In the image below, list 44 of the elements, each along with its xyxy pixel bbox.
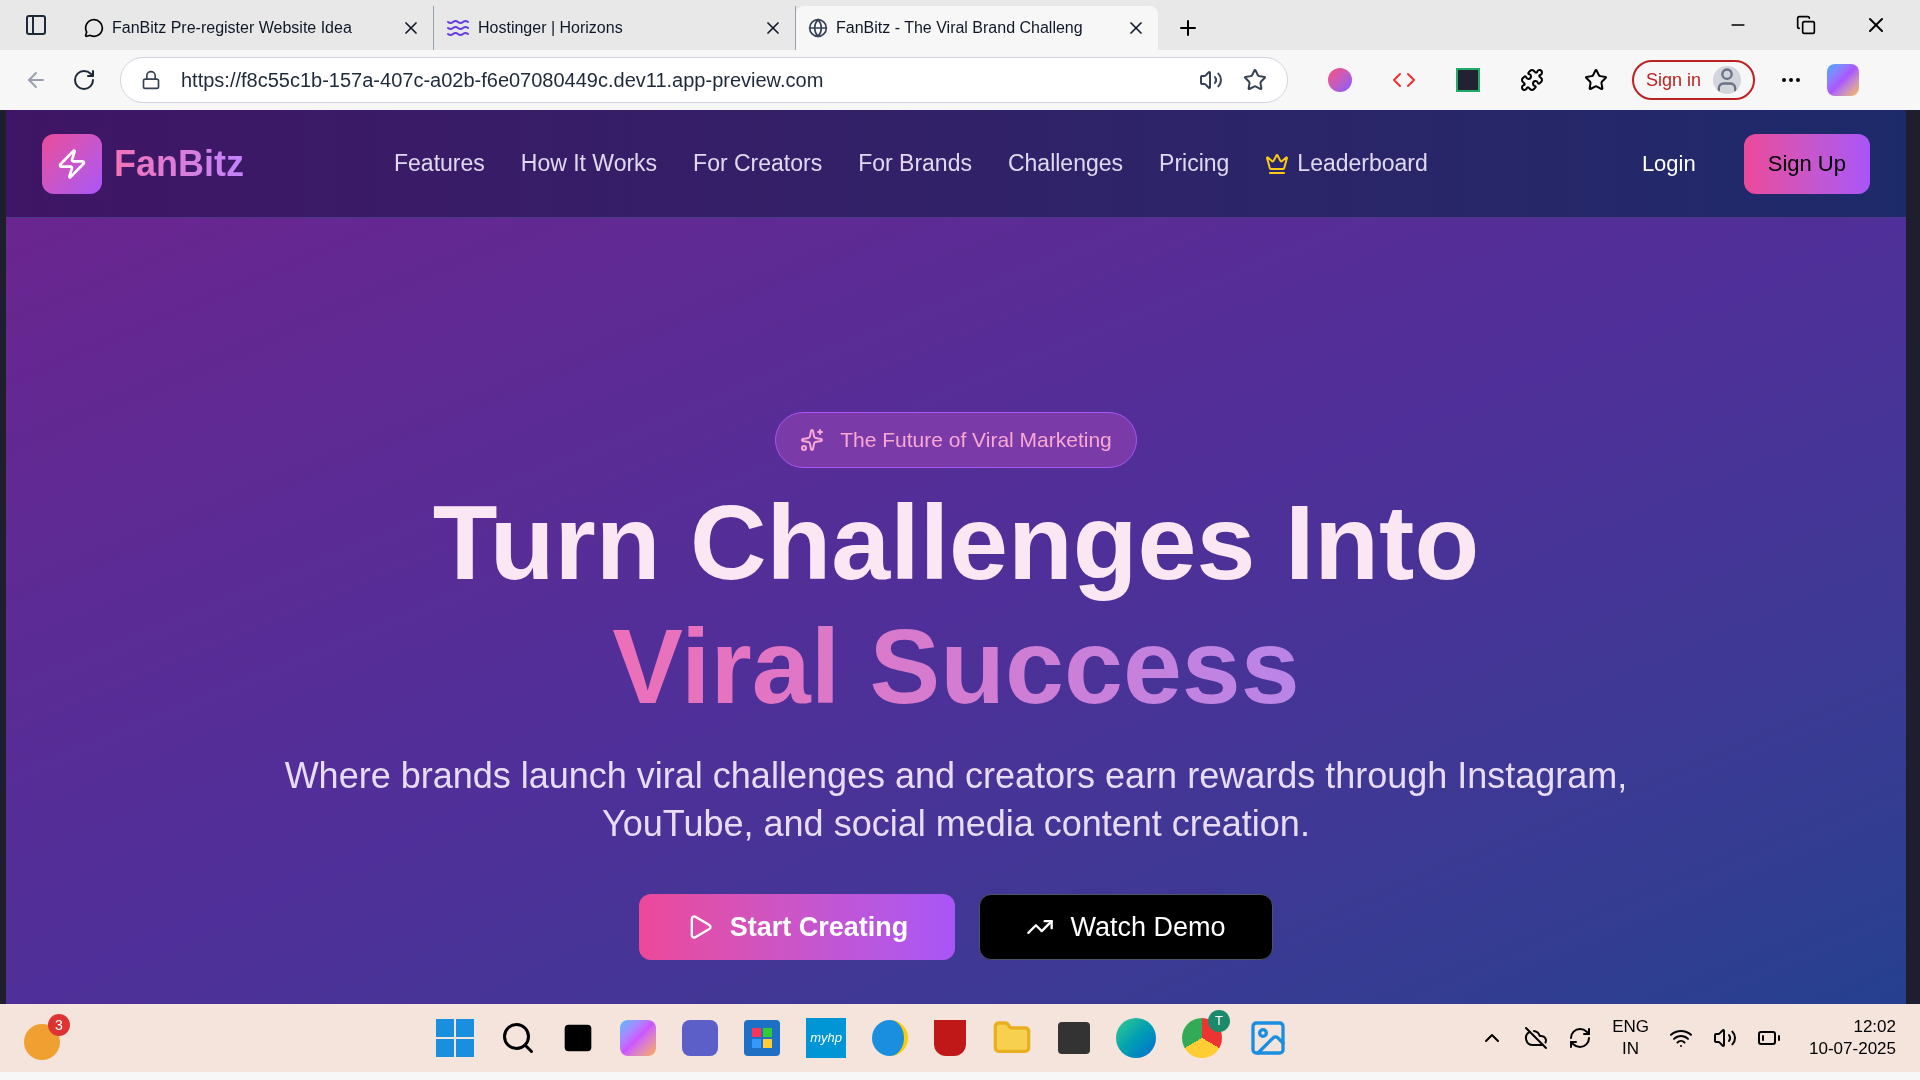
nav-link[interactable]: Leaderboard xyxy=(1265,146,1428,181)
globe-icon xyxy=(808,18,828,38)
url-text: https://f8c55c1b-157a-407c-a02b-f6e07080449c.dev11.app-preview.com xyxy=(181,68,825,93)
notification-badge: 3 xyxy=(48,1014,70,1036)
sparkles-icon xyxy=(800,428,825,452)
sidebar-toggle-icon[interactable] xyxy=(24,13,48,37)
region-text[interactable]: IN xyxy=(1622,1038,1640,1060)
logo-icon[interactable] xyxy=(42,133,102,194)
login-link[interactable]: Login xyxy=(1641,147,1696,180)
clock-date[interactable]: 10-07-2025 xyxy=(1809,1038,1896,1060)
tagline-text: The Future of Viral Marketing xyxy=(840,427,1112,454)
language-text[interactable]: ENG xyxy=(1612,1016,1650,1038)
sync-icon[interactable] xyxy=(1568,1026,1593,1050)
sign-in-button[interactable]: Sign in xyxy=(1632,60,1756,100)
chat-icon xyxy=(84,18,104,38)
start-creating-button[interactable]: Start Creating xyxy=(639,894,955,960)
profile-badge: T xyxy=(1208,1010,1231,1032)
address-bar[interactable]: https://f8c55c1b-157a-407c-a02b-f6e07080449c.dev11.app-preview.com xyxy=(120,57,1288,103)
reload-icon[interactable] xyxy=(72,68,96,92)
lock-icon xyxy=(141,70,161,90)
favorite-icon[interactable] xyxy=(1243,68,1267,92)
nav-link[interactable]: Pricing xyxy=(1159,146,1230,181)
watch-demo-button[interactable]: Watch Demo xyxy=(979,894,1273,960)
favorites-icon[interactable] xyxy=(1584,68,1608,92)
volume-icon[interactable] xyxy=(1713,1026,1738,1050)
sign-up-button[interactable]: Sign Up xyxy=(1743,133,1870,194)
nav-link[interactable]: How It Works xyxy=(520,146,658,181)
hero-subtitle: Where brands launch viral challenges and creators earn rewards through Instagram, YouTube, and social media content creation. xyxy=(283,754,1629,846)
extensions-icon[interactable] xyxy=(1520,68,1544,92)
nav-link[interactable]: For Creators xyxy=(693,146,823,181)
browser-tab[interactable]: FanBitz - The Viral Brand Challeng xyxy=(796,6,1158,50)
shield-icon[interactable] xyxy=(934,1020,967,1056)
store-icon[interactable] xyxy=(744,1020,781,1056)
cloud-icon[interactable] xyxy=(1524,1026,1549,1050)
nav-link[interactable]: For Brands xyxy=(858,146,972,181)
restore-icon[interactable] xyxy=(1796,15,1816,35)
read-aloud-icon[interactable] xyxy=(1199,68,1223,92)
nav-link[interactable]: Features xyxy=(394,146,485,181)
clock-time[interactable]: 12:02 xyxy=(1853,1016,1896,1038)
avatar-icon xyxy=(1713,66,1742,94)
hero-title: Turn Challenges Into xyxy=(432,482,1480,603)
crown-icon xyxy=(1265,151,1290,176)
start-icon[interactable] xyxy=(436,1019,475,1057)
nav-link[interactable]: Challenges xyxy=(1007,146,1124,181)
